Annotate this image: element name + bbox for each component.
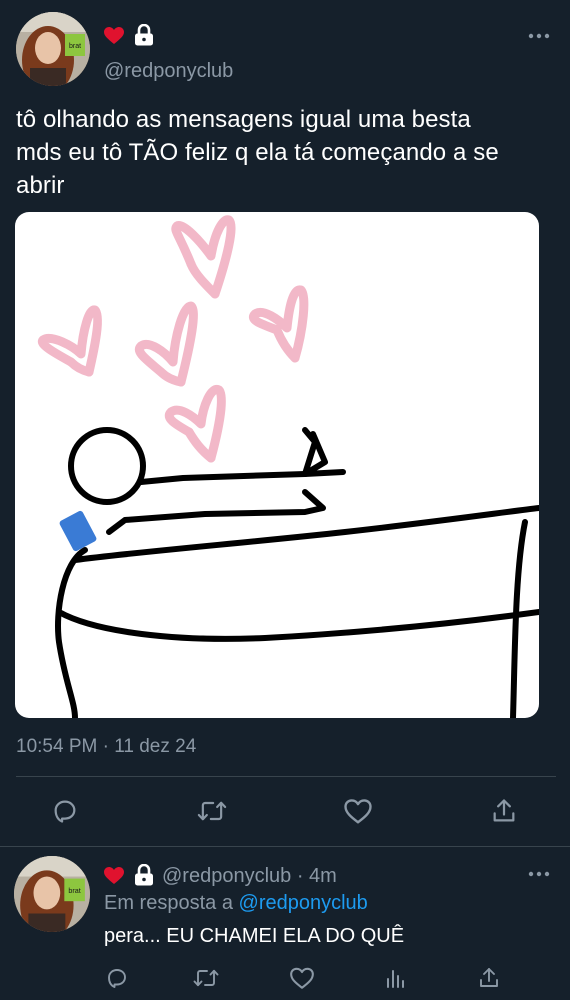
- reply-to-link[interactable]: @redponyclub: [239, 892, 368, 914]
- retweet-icon[interactable]: [194, 795, 230, 827]
- like-icon[interactable]: [287, 964, 317, 992]
- tweet-text: tô olhando as mensagens igual uma besta …: [16, 103, 561, 202]
- timestamp[interactable]: 10:54 PM · 11 dez 24: [16, 736, 196, 758]
- avatar[interactable]: brat: [14, 856, 90, 932]
- tweet-text-line: mds eu tô TÃO feliz q ela tá começando a…: [16, 139, 499, 166]
- reply-icon[interactable]: [48, 795, 82, 827]
- divider: [16, 776, 556, 777]
- lock-icon: [133, 24, 155, 46]
- reply-prefix: Em resposta a: [104, 892, 233, 914]
- heart-emoji-icon: [104, 26, 124, 46]
- analytics-icon[interactable]: [381, 964, 411, 992]
- reply-icon[interactable]: [102, 964, 132, 992]
- reply-text: pera... EU CHAMEI ELA DO QUÊ: [104, 925, 405, 947]
- tweet-text-line: abrir: [16, 172, 65, 199]
- share-icon[interactable]: [474, 964, 504, 992]
- reply-context: Em resposta a @redponyclub: [104, 892, 368, 915]
- avatar-image: brat: [16, 12, 90, 86]
- lock-icon: [133, 864, 155, 886]
- reply-header: @redponyclub · 4m: [162, 865, 337, 888]
- retweet-icon[interactable]: [190, 964, 222, 992]
- tweet-separator: [0, 846, 570, 847]
- tweet-text-line: tô olhando as mensagens igual uma besta: [16, 106, 471, 133]
- more-icon[interactable]: [524, 866, 554, 882]
- avatar-image: brat: [14, 856, 90, 932]
- tweet-image[interactable]: [15, 212, 539, 718]
- avatar-sign-text: brat: [68, 887, 80, 895]
- relative-time[interactable]: · 4m: [297, 865, 337, 887]
- heart-emoji-icon: [104, 866, 124, 886]
- more-icon[interactable]: [524, 28, 554, 44]
- share-icon[interactable]: [487, 795, 521, 827]
- stick-figure-drawing: [37, 215, 539, 718]
- avatar-sign-text: brat: [69, 43, 81, 50]
- handle[interactable]: @redponyclub: [162, 865, 291, 887]
- avatar[interactable]: brat: [16, 12, 90, 86]
- like-icon[interactable]: [340, 795, 376, 827]
- handle[interactable]: @redponyclub: [104, 60, 233, 83]
